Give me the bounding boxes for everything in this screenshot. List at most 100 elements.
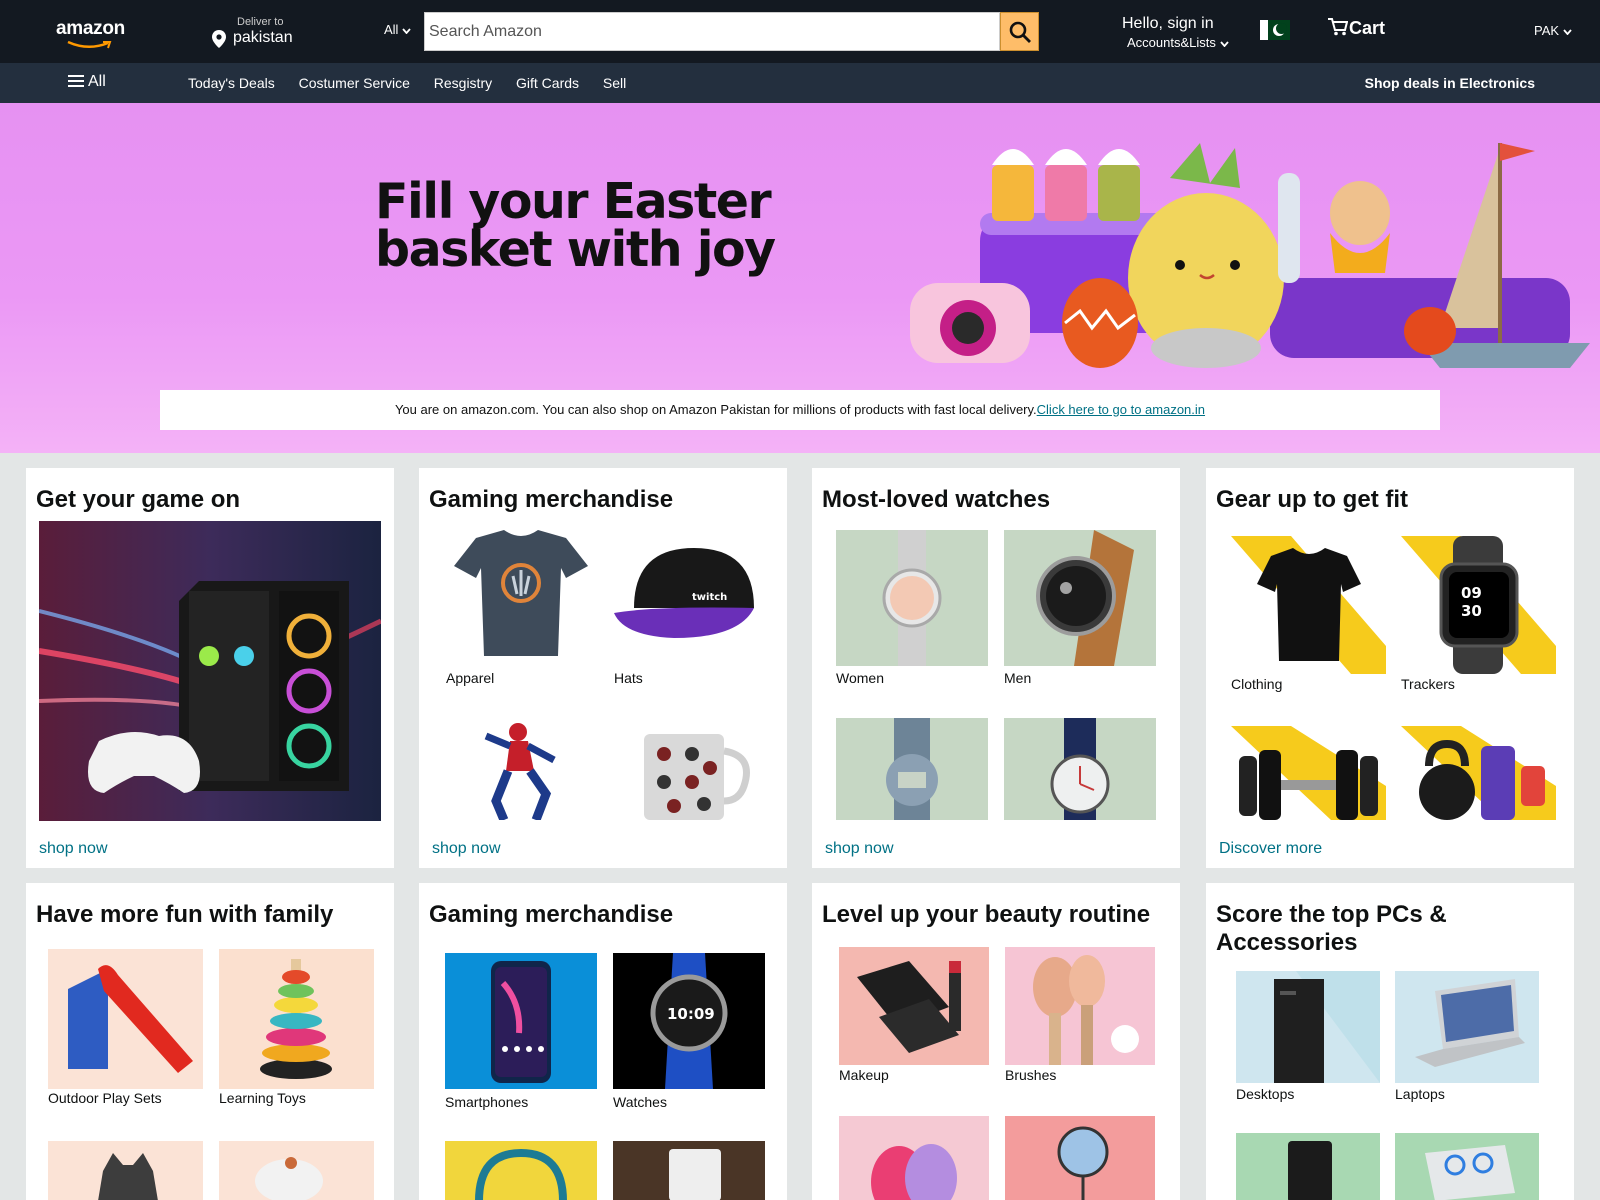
men-watch-image	[1004, 530, 1156, 666]
amazon-in-link[interactable]: Click here to go to amazon.in	[1037, 402, 1205, 417]
smartwatch-image: 10:09	[613, 953, 765, 1089]
desktop-tower-image	[1236, 971, 1380, 1083]
tile-caption: Women	[836, 670, 884, 686]
digital-watch-image	[836, 718, 988, 820]
card-top-pcs: Score the top PCs & Accessories Desktops…	[1206, 883, 1574, 1200]
card-fun-with-family: Have more fun with family Outdoor Play S…	[26, 883, 394, 1200]
makeup-palette-image	[839, 947, 989, 1065]
field-watch-image	[1004, 718, 1156, 820]
tile-caption: Desktops	[1236, 1086, 1295, 1102]
account-menu[interactable]: Hello, sign in Accounts&Lists	[1122, 15, 1229, 50]
card-title: Get your game on	[36, 486, 241, 513]
tile-caption: Outdoor Play Sets	[48, 1090, 162, 1106]
tile-caption: Apparel	[446, 670, 495, 686]
pakistan-flag-icon[interactable]	[1260, 20, 1290, 40]
card-title: Gaming merchandise	[429, 486, 674, 513]
logo-text: amazon	[56, 18, 125, 39]
account-lists-row: Accounts&Lists	[1122, 35, 1229, 50]
slide-toy-image	[48, 949, 203, 1089]
batman-figure-image	[48, 1141, 203, 1200]
card-title: Most-loved watches	[822, 486, 1051, 513]
account-lists-label: Accounts&Lists	[1127, 35, 1216, 50]
tile-caption: Trackers	[1401, 676, 1455, 692]
toy-playset-image	[219, 1141, 374, 1200]
tile-caption: Makeup	[839, 1067, 889, 1083]
hamburger-menu-icon	[68, 75, 84, 87]
card-title: Gear up to get fit	[1216, 486, 1408, 513]
card-gaming-merchandise-2: Gaming merchandise Smartphones 10:09 Wat…	[419, 883, 787, 1200]
search-category-label: All	[384, 22, 399, 37]
tile-caption: Men	[1004, 670, 1032, 686]
spiderman-figure-image	[446, 716, 596, 820]
hero-title: Fill your Easter basket with joy	[375, 173, 776, 278]
link-todays-deals[interactable]: Today's Deals	[188, 75, 275, 91]
card-title: Have more fun with family	[36, 901, 334, 928]
mug-image	[614, 716, 764, 820]
tablet-image	[613, 1141, 765, 1200]
cap-hat-image: twitch	[614, 528, 764, 668]
beauty-sponges-image	[839, 1116, 989, 1200]
country-code: PAK	[1534, 23, 1560, 38]
cart-icon	[1328, 18, 1349, 36]
external-drive-image	[1236, 1133, 1380, 1200]
search-input[interactable]: Search Amazon	[424, 12, 1000, 51]
discover-more-link[interactable]: Discover more	[1219, 840, 1322, 858]
makeup-brushes-image	[1005, 947, 1155, 1065]
card-gaming-merchandise: Gaming merchandise Apparel twitch Hats s…	[419, 468, 787, 868]
secondary-navbar: All Today's Deals Costumer Service Resgi…	[0, 63, 1600, 103]
link-customer-service[interactable]: Costumer Service	[299, 75, 410, 91]
laptop-image	[1395, 971, 1539, 1083]
tile-caption: Hats	[614, 670, 643, 686]
all-menu-button[interactable]: All	[68, 73, 106, 91]
tile-caption: Laptops	[1395, 1086, 1445, 1102]
headphones-image	[445, 1141, 597, 1200]
dumbbell-image	[1231, 726, 1386, 820]
shop-now-link[interactable]: shop now	[432, 840, 501, 858]
tile-caption: Learning Toys	[219, 1090, 306, 1106]
cart-button[interactable]: Cart	[1328, 18, 1385, 39]
chevron-down-icon	[1563, 29, 1572, 36]
tile-caption: Brushes	[1005, 1067, 1057, 1083]
card-beauty-routine: Level up your beauty routine Makeup Brus…	[812, 883, 1180, 1200]
card-most-loved-watches: Most-loved watches Women Men shop now	[812, 468, 1180, 868]
cart-label: Cart	[1349, 18, 1386, 38]
hero-title-line-2: basket with joy	[375, 221, 776, 278]
women-watch-image	[836, 530, 988, 666]
country-selector[interactable]: PAK	[1534, 23, 1572, 38]
notice-text: You are on amazon.com. You can also shop…	[394, 402, 1037, 417]
link-gift-cards[interactable]: Gift Cards	[516, 75, 579, 91]
shop-now-link[interactable]: shop now	[825, 840, 894, 858]
search-category-dropdown[interactable]: All	[384, 22, 411, 37]
svg-text:twitch: twitch	[692, 592, 727, 603]
top-navbar: amazon Deliver to pakistan All Search Am…	[0, 0, 1600, 63]
tile-caption: Watches	[613, 1094, 667, 1110]
laptop-cooler-image	[1395, 1133, 1539, 1200]
card-title: Gaming merchandise	[429, 901, 674, 928]
mirror-image	[1005, 1116, 1155, 1200]
svg-text:30: 30	[1461, 602, 1482, 620]
fitness-tracker-image: 09 30	[1401, 536, 1556, 674]
search-button[interactable]	[1000, 12, 1039, 51]
amazon-logo[interactable]: amazon	[56, 18, 126, 49]
link-registry[interactable]: Resgistry	[434, 75, 492, 91]
regional-notice: You are on amazon.com. You can also shop…	[160, 390, 1440, 430]
tile-caption: Smartphones	[445, 1094, 529, 1110]
shop-now-link[interactable]: shop now	[39, 840, 108, 858]
chevron-down-icon	[1219, 41, 1229, 48]
card-gear-up-to-get-fit: Gear up to get fit Clothing 09 30 Tracke…	[1206, 468, 1574, 868]
hero-banner[interactable]: Fill your Easter basket with joy You are…	[0, 103, 1600, 453]
card-title: Level up your beauty routine	[822, 901, 1151, 928]
smartphone-image	[445, 953, 597, 1089]
location-pin-icon	[212, 30, 226, 48]
deliver-location: pakistan	[233, 29, 293, 46]
stacking-rings-image	[219, 949, 374, 1089]
tshirt-image	[446, 528, 596, 668]
link-sell[interactable]: Sell	[603, 75, 626, 91]
easter-toys-illustration	[910, 143, 1590, 368]
tile-caption: Clothing	[1231, 676, 1283, 692]
electronics-deals-link[interactable]: Shop deals in Electronics	[1365, 75, 1535, 91]
svg-text:10:09: 10:09	[667, 1005, 715, 1023]
search-icon	[1009, 21, 1031, 43]
subnav-links: Today's Deals Costumer Service Resgistry…	[188, 75, 646, 91]
hero-title-line-1: Fill your Easter	[375, 173, 772, 230]
